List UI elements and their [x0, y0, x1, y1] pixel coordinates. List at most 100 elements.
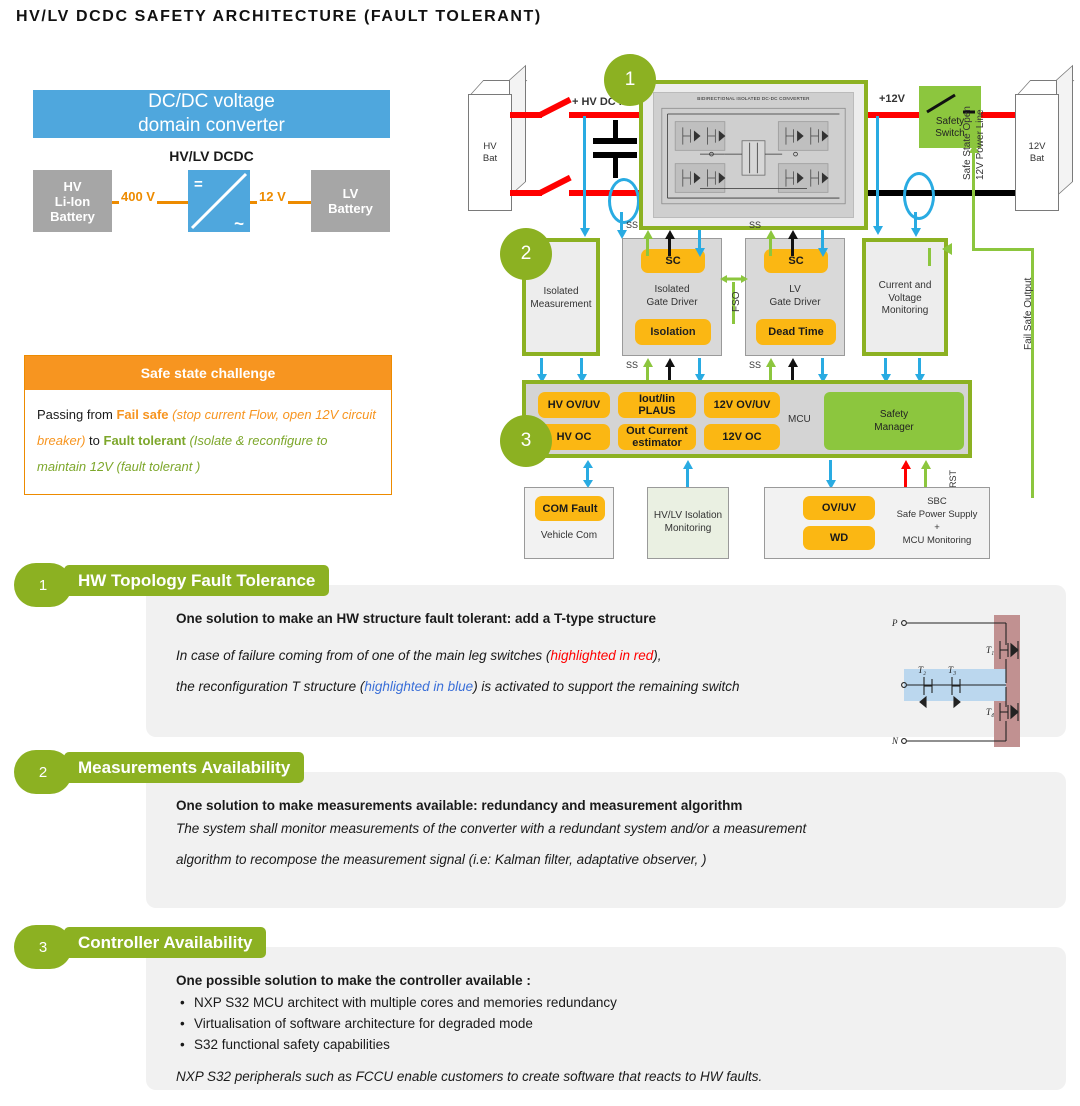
sbc-line4: MCU Monitoring — [902, 535, 972, 546]
vehicle-com-block: COM Fault Vehicle Com — [524, 487, 614, 559]
section-3-panel: One possible solution to make the contro… — [146, 947, 1066, 1090]
dcdc-block-row: HV Li-Ion Battery = ~ LV Battery 400 V 1… — [33, 170, 390, 232]
sbc-wd-pill: WD — [803, 526, 875, 550]
safety-manager-line1: Safety — [879, 409, 909, 420]
mcu-pill-12v-oc: 12V OC — [704, 424, 780, 450]
vehicle-com-label: Vehicle Com — [540, 530, 598, 541]
section-1-line1a: In case of failure coming from of one of… — [176, 648, 551, 663]
fault-tolerant-bold: Fault tolerant — [103, 433, 186, 448]
section-1-panel: One solution to make an HW structure fau… — [146, 585, 1066, 747]
sbc-line3: + — [934, 522, 940, 533]
safe-state-arrowhead-icon — [942, 243, 952, 255]
section-3-bullets: NXP S32 MCU architect with multiple core… — [176, 992, 1036, 1055]
hv-battery-front-face: HV Bat — [468, 94, 512, 211]
section-1-title: HW Topology Fault Tolerance — [64, 565, 330, 596]
section-1-line2b: ) is activated to support the remaining … — [473, 679, 740, 694]
mcu-pill-out-current-estimator: Out Current estimator — [618, 424, 696, 450]
hv-current-sensor-icon — [608, 178, 640, 224]
safety-manager-block: Safety Manager — [824, 392, 964, 450]
safety-manager-line2: Manager — [874, 422, 914, 433]
sbc-ovuv-pill: OV/UV — [803, 496, 875, 520]
section-2-line2: algorithm to recompose the measurement s… — [176, 852, 707, 867]
isolation-monitoring-line2: Monitoring — [664, 522, 712, 534]
fail-safe-output-label: Fail Safe Output — [1023, 277, 1034, 350]
cvm-line3: Monitoring — [881, 305, 929, 316]
hv-minus-switch — [538, 174, 572, 196]
com-fault-pill: COM Fault — [535, 496, 605, 521]
section-2-line1: The system shall monitor measurements of… — [176, 821, 807, 836]
section-3-badge: 3 — [14, 925, 72, 969]
converter-title: BIDIRECTIONAL ISOLATED DC-DC CONVERTER — [697, 96, 810, 101]
lv-gate-driver-line2: Gate Driver — [769, 296, 821, 308]
dcdc-header-line2: domain converter — [138, 115, 285, 136]
sbc-block: OV/UV WD SBC Safe Power Supply + MCU Mon… — [764, 487, 990, 559]
isolated-gate-driver-block: SC Isolated Gate Driver Isolation — [622, 238, 722, 356]
section-3-bullet-2: Virtualisation of software architecture … — [180, 1013, 1036, 1034]
sbc-line2: Safe Power Supply — [896, 509, 978, 520]
svg-text:T₁: T₁ — [986, 645, 994, 655]
iout-iin-line2: PLAUS — [638, 405, 676, 417]
cvm-line2: Voltage — [888, 292, 922, 304]
section-measurements: One solution to make measurements availa… — [14, 750, 1066, 910]
12v-power-line-label: 12V Power Line — [975, 109, 986, 180]
sbc-line1: SBC — [927, 496, 947, 507]
dead-time-pill: Dead Time — [756, 319, 836, 345]
lv-ground-bar — [868, 190, 1021, 196]
hv-battery-line2: Li-Ion — [54, 193, 91, 209]
hv-plus-switch — [538, 96, 572, 118]
section-3-bullet-1: NXP S32 MCU architect with multiple core… — [180, 992, 1036, 1013]
hv-plus-bar-left — [510, 112, 542, 118]
safe-state-open-label: Safe State Open — [962, 106, 973, 180]
callout-badge-1: 1 — [604, 54, 656, 106]
section-3-lead: One possible solution to make the contro… — [176, 973, 531, 988]
safe-state-drop — [928, 248, 931, 266]
fso-label: FSO — [731, 291, 742, 312]
converter-symbol-block: = ~ — [188, 170, 250, 232]
section-2-panel: One solution to make measurements availa… — [146, 772, 1066, 908]
section-1-red: highlighted in red — [550, 648, 654, 663]
mcu-label: MCU — [788, 414, 811, 425]
page-title: HV/LV DCDC SAFETY ARCHITECTURE (FAULT TO… — [16, 8, 542, 25]
safe-state-line-horizontal — [972, 248, 1034, 251]
fail-safe-bold: Fail safe — [116, 407, 169, 422]
isolation-pill: Isolation — [635, 319, 711, 345]
isolated-gate-driver-line2: Gate Driver — [646, 296, 698, 308]
section-2-lead: One solution to make measurements availa… — [176, 798, 743, 813]
section-controller: One possible solution to make the contro… — [14, 925, 1066, 1090]
t-type-structure-diagram: P N T₁ T₄ T₂ T₃ — [891, 615, 1020, 747]
hvlv-isolation-monitoring-block: HV/LV Isolation Monitoring — [647, 487, 729, 559]
mcu-pill-iout-iin-plaus: Iout/Iin PLAUS — [618, 392, 696, 418]
converter-green-box: BIDIRECTIONAL ISOLATED DC-DC CONVERTER — [639, 80, 868, 230]
section-1-badge: 1 — [14, 563, 72, 607]
ss-label-3: SS — [626, 360, 639, 370]
section-1-line2a: the reconfiguration T structure ( — [176, 679, 365, 694]
section-3-title: Controller Availability — [64, 927, 267, 958]
hv-minus-bar-left — [510, 190, 542, 196]
callout-badge-3: 3 — [500, 415, 552, 467]
safety-architecture-diagram: HV Bat + HV DC li BIDIRECTIONAL ISOLATED… — [462, 54, 1080, 559]
voltage-in-label: 400 V — [119, 189, 157, 204]
section-hw-topology: One solution to make an HW structure fau… — [14, 563, 1066, 747]
out-current-line1: Out Current — [626, 425, 688, 437]
section-3-bullet-3: S32 functional safety capabilities — [180, 1034, 1036, 1055]
isolated-measurement-line1: Isolated — [543, 286, 579, 297]
ss-label-2: SS — [749, 220, 762, 230]
current-voltage-monitoring-block: Current and Voltage Monitoring — [862, 238, 948, 356]
lv-battery-line1: LV — [342, 186, 359, 201]
lv-battery-block: LV Battery — [311, 170, 390, 232]
out-current-line2: estimator — [632, 437, 682, 449]
cvm-line1: Current and — [878, 280, 932, 291]
ss-label-4: SS — [749, 360, 762, 370]
svg-text:N: N — [891, 736, 899, 746]
mcu-pill-hv-ovuv: HV OV/UV — [538, 392, 610, 418]
section-2-title: Measurements Availability — [64, 752, 305, 783]
svg-text:P: P — [891, 618, 898, 628]
hv-battery-line1: HV — [63, 178, 82, 194]
section-3-closing: NXP S32 peripherals such as FCCU enable … — [176, 1069, 763, 1084]
hv-bat-line1: HV — [483, 140, 497, 152]
plus12v-label: +12V — [879, 93, 905, 105]
hv-battery-block: HV Li-Ion Battery — [33, 170, 112, 232]
bidirectional-converter-schematic-icon — [661, 107, 846, 205]
lv-bat-line2: Bat — [1029, 152, 1045, 164]
section-2-badge: 2 — [14, 750, 72, 794]
